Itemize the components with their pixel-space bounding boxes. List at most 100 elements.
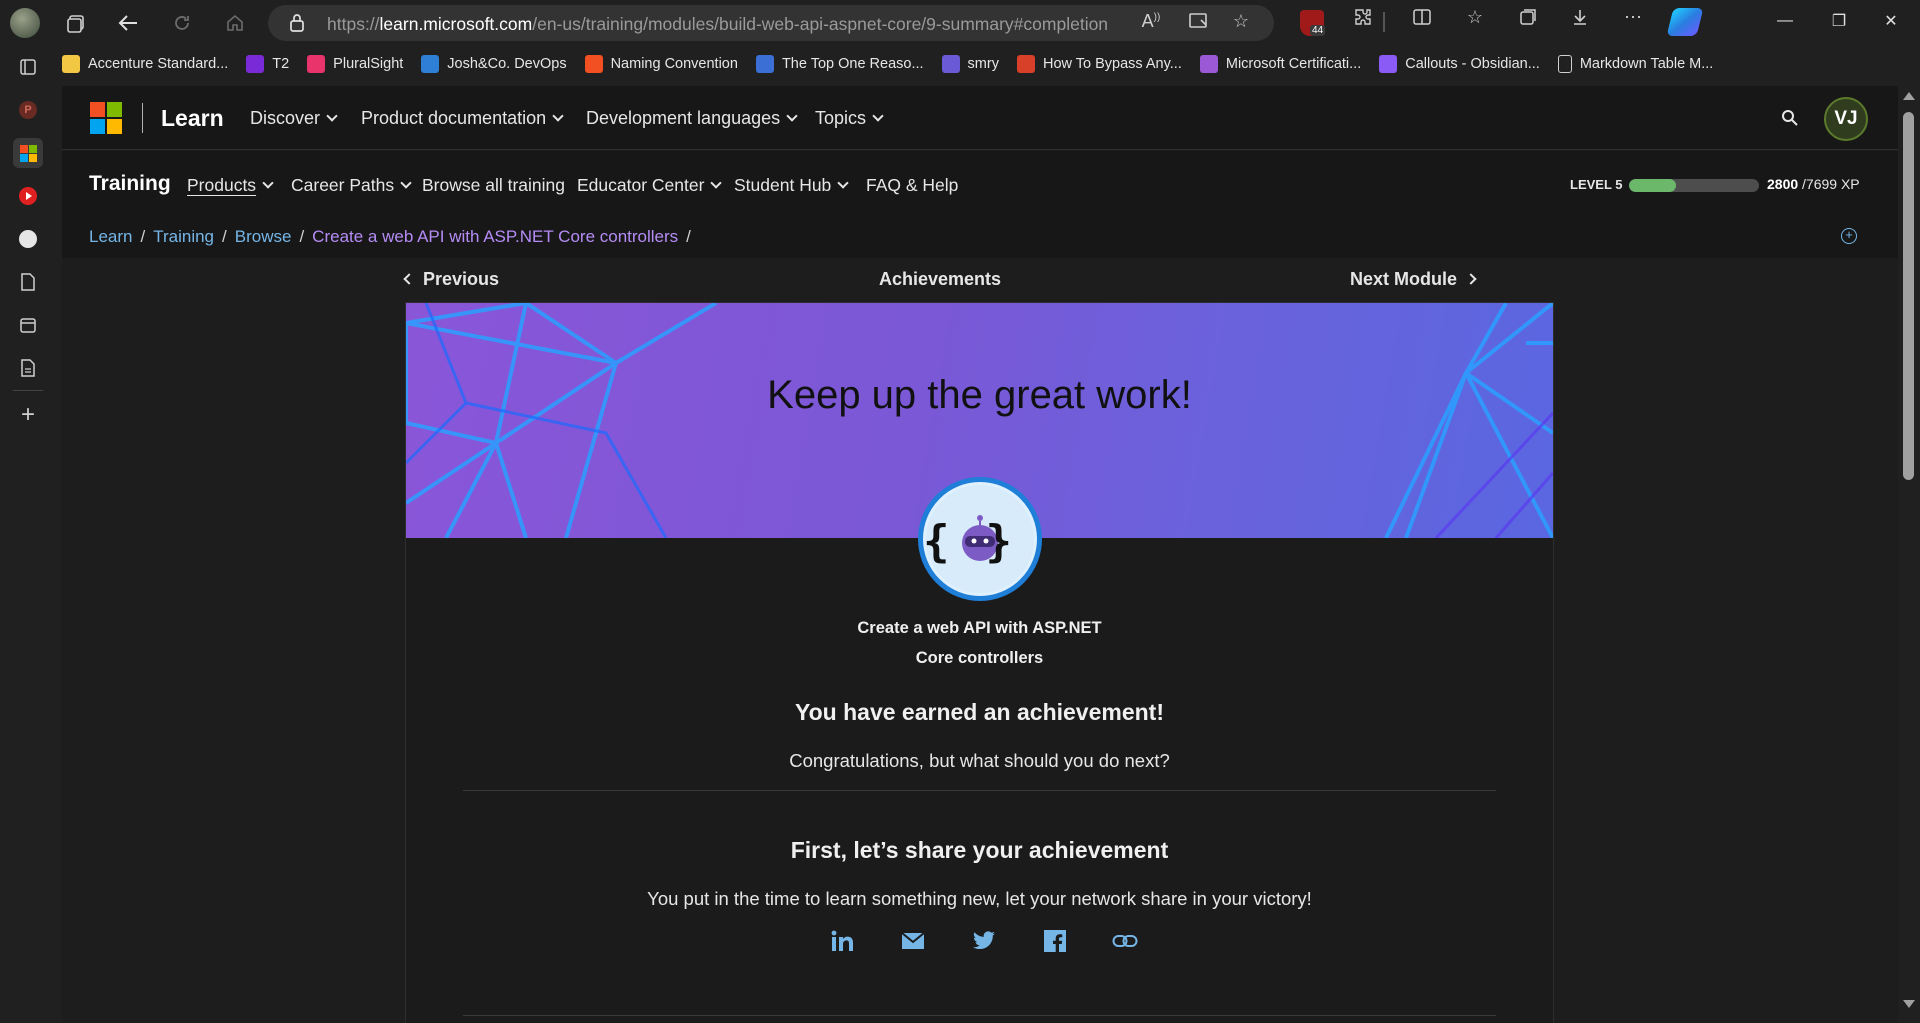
favorite-item[interactable]: The Top One Reaso... — [755, 55, 924, 73]
immersive-reader-icon[interactable] — [1186, 11, 1212, 35]
favorite-item[interactable]: T2 — [246, 55, 289, 73]
refresh-icon[interactable] — [164, 5, 200, 41]
read-aloud-icon[interactable]: A)) — [1138, 11, 1164, 35]
share-subtext: You put in the time to learn something n… — [647, 888, 1312, 909]
favorite-item[interactable]: Markdown Table M... — [1557, 55, 1714, 73]
favorite-item[interactable]: Josh&Co. DevOps — [421, 55, 567, 73]
logo-divider — [142, 103, 143, 133]
learn-tab-icon[interactable] — [13, 138, 43, 168]
address-bar[interactable]: https://learn.microsoft.com/en-us/traini… — [268, 5, 1274, 41]
maximize-icon[interactable]: ❐ — [1816, 0, 1862, 42]
collections-icon[interactable] — [1515, 7, 1541, 31]
favorite-label: Markdown Table M... — [1579, 56, 1714, 72]
favorite-item[interactable]: PluralSight — [307, 55, 403, 73]
scroll-down-arrow-icon[interactable] — [1903, 1000, 1915, 1008]
training-nav-career-paths[interactable]: Career Paths — [291, 175, 412, 196]
vs-icon — [1199, 55, 1218, 73]
browser-titlebar: https://learn.microsoft.com/en-us/traini… — [0, 0, 1920, 45]
workspaces-icon[interactable] — [58, 6, 94, 42]
divider — [463, 1015, 1496, 1016]
breadcrumb-browse[interactable]: Browse — [235, 227, 292, 246]
facebook-icon[interactable] — [1040, 926, 1070, 956]
chevron-right-icon — [1465, 273, 1477, 285]
training-nav-browse-all[interactable]: Browse all training — [422, 175, 565, 196]
home-icon[interactable] — [217, 5, 253, 41]
linkedin-icon[interactable] — [828, 926, 858, 956]
chevron-down-icon — [786, 110, 798, 122]
powerpoint-tab-icon[interactable]: P — [13, 95, 43, 125]
browser-profile-avatar[interactable] — [10, 8, 40, 38]
page-tab-icon[interactable] — [13, 353, 43, 383]
user-avatar[interactable]: VJ — [1824, 97, 1868, 141]
infinity-icon — [755, 55, 774, 73]
achievement-card: Keep up the great work! {} Create a web … — [405, 302, 1554, 1023]
nav-development-languages[interactable]: Development languages — [586, 108, 798, 129]
share-heading: First, let’s share your achievement — [790, 837, 1169, 863]
breadcrumb-separator: / — [222, 227, 227, 246]
github-tab-icon[interactable] — [13, 224, 43, 254]
favorite-item[interactable]: Callouts - Obsidian... — [1379, 55, 1540, 73]
lock-icon[interactable] — [288, 13, 306, 33]
document-tab-icon[interactable] — [13, 267, 43, 297]
nav-discover[interactable]: Discover — [250, 108, 338, 129]
chevron-down-icon — [872, 110, 884, 122]
training-nav-student-hub[interactable]: Student Hub — [734, 175, 849, 196]
more-menu-icon[interactable]: ⋯ — [1620, 7, 1646, 31]
favorite-item[interactable]: Naming Convention — [584, 55, 738, 73]
new-tab-plus-icon[interactable]: + — [13, 400, 43, 430]
favorite-item[interactable]: Accenture Standard... — [62, 55, 228, 73]
url-text[interactable]: https://learn.microsoft.com/en-us/traini… — [327, 14, 1108, 35]
favorite-item[interactable]: How To Bypass Any... — [1016, 55, 1182, 73]
pluralsight-icon — [307, 55, 326, 73]
training-nav-products[interactable]: Products — [187, 175, 274, 196]
xp-text: 2800 /7699 XP — [1767, 176, 1860, 192]
scrollbar-thumb[interactable] — [1903, 112, 1914, 480]
youtube-tab-icon[interactable] — [13, 181, 43, 211]
favorite-item[interactable]: Microsoft Certificati... — [1199, 55, 1361, 73]
nav-topics[interactable]: Topics — [815, 108, 884, 129]
back-icon[interactable] — [110, 5, 146, 41]
sidebar-tabs-icon[interactable] — [13, 52, 43, 82]
favorites-icon[interactable]: ☆ — [1462, 7, 1488, 31]
xp-progress-bar — [1629, 179, 1759, 192]
training-title-link[interactable]: Training — [89, 172, 171, 196]
microsoft-logo-icon[interactable] — [90, 102, 122, 134]
minimize-icon[interactable]: — — [1762, 0, 1808, 42]
breadcrumb-learn[interactable]: Learn — [89, 227, 132, 246]
extensions-icon[interactable] — [1350, 7, 1376, 31]
breadcrumb-training[interactable]: Training — [153, 227, 214, 246]
favorite-label: smry — [967, 56, 999, 72]
email-icon[interactable] — [898, 926, 928, 956]
favorite-label: Accenture Standard... — [88, 56, 229, 72]
nav-product-documentation[interactable]: Product documentation — [361, 108, 564, 129]
breadcrumb-module[interactable]: Create a web API with ASP.NET Core contr… — [312, 227, 678, 246]
copilot-icon[interactable] — [1666, 8, 1704, 36]
chevron-down-icon — [552, 110, 564, 122]
downloads-icon[interactable] — [1567, 7, 1593, 31]
add-to-collection-icon[interactable]: + — [1841, 228, 1857, 244]
t2-icon — [246, 55, 265, 73]
hero-title: Keep up the great work! — [767, 373, 1192, 417]
divider — [463, 790, 1496, 791]
favorite-star-icon[interactable]: ☆ — [1228, 11, 1254, 35]
close-icon[interactable]: ✕ — [1868, 0, 1914, 42]
toolbar-divider — [1383, 12, 1385, 32]
training-nav-educator-center[interactable]: Educator Center — [577, 175, 723, 196]
next-module-link[interactable]: Next Module — [1350, 269, 1477, 290]
twitter-icon[interactable] — [969, 926, 999, 956]
split-screen-icon[interactable] — [1409, 7, 1435, 31]
azure-devops-icon — [421, 55, 440, 73]
training-header: Training Products Career Paths Browse al… — [62, 151, 1898, 216]
favorite-label: Naming Convention — [610, 56, 738, 72]
training-nav-faq-help[interactable]: FAQ & Help — [866, 175, 958, 196]
favorite-item[interactable]: smry — [941, 55, 999, 73]
copy-link-icon[interactable] — [1110, 926, 1140, 956]
search-icon[interactable] — [1780, 108, 1800, 128]
calendar-tab-icon[interactable] — [13, 310, 43, 340]
favorite-label: The Top One Reaso... — [781, 56, 924, 72]
scroll-up-arrow-icon[interactable] — [1903, 92, 1915, 100]
module-name: Create a web API with ASP.NET Core contr… — [857, 619, 1102, 667]
favorite-label: How To Bypass Any... — [1042, 56, 1182, 72]
learn-brand-link[interactable]: Learn — [161, 105, 224, 132]
favorite-label: T2 — [272, 56, 290, 72]
